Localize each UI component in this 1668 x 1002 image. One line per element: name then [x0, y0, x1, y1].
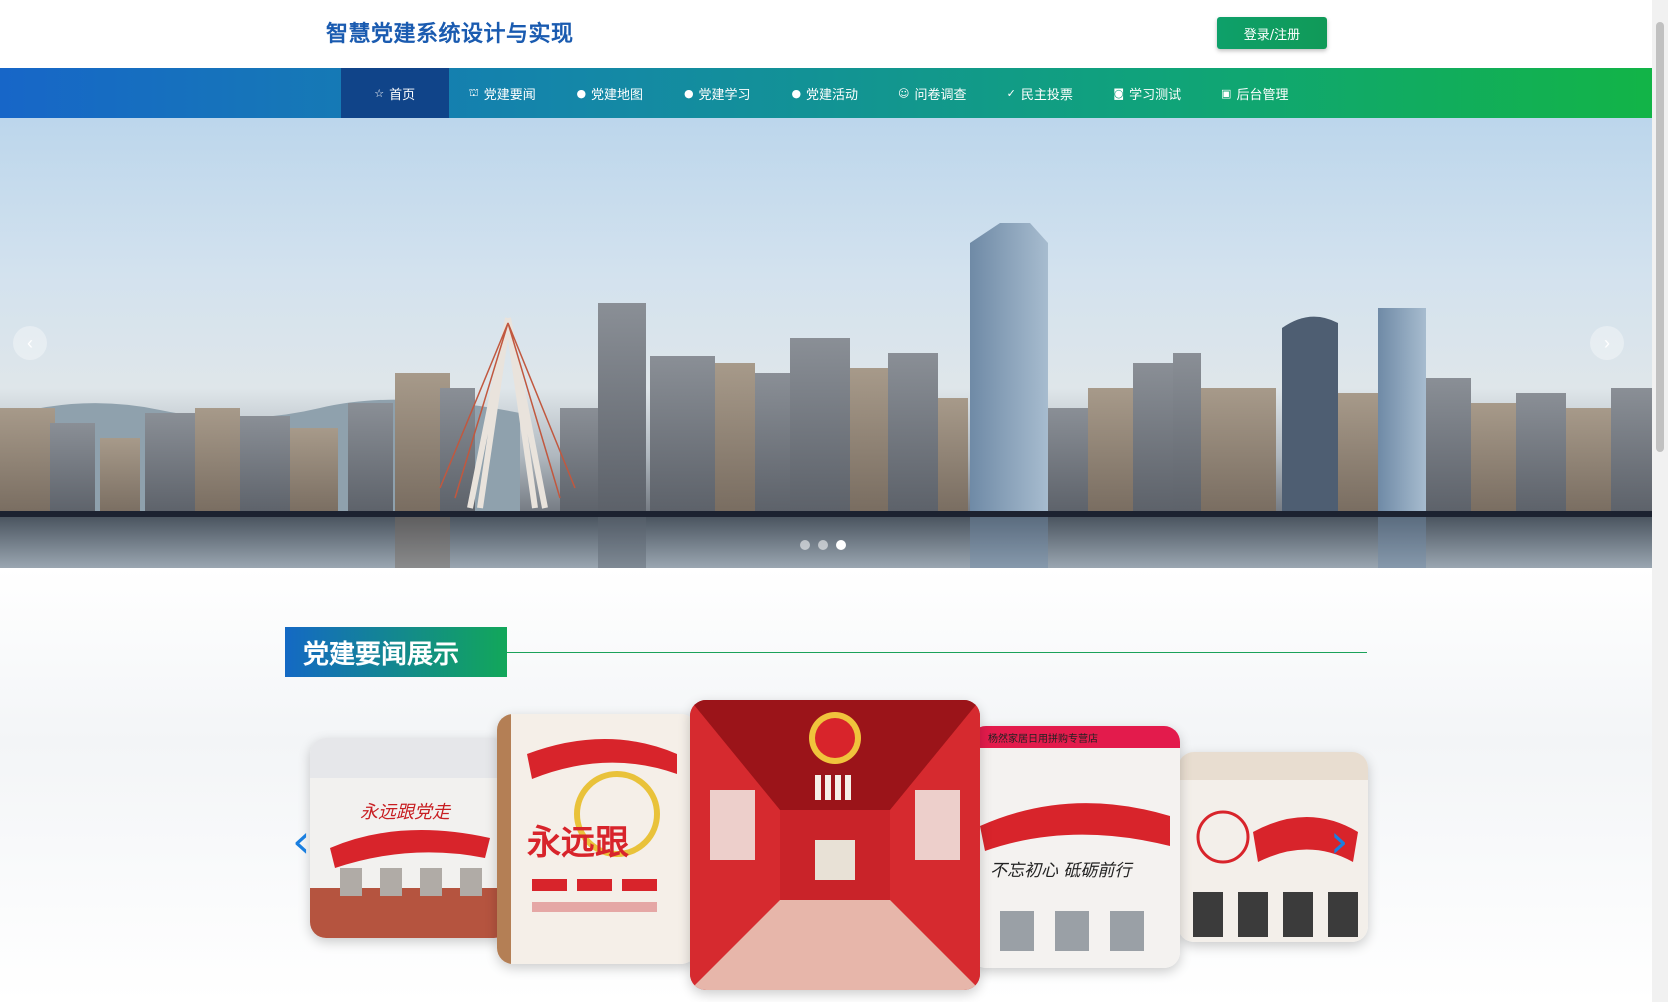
section-title: 党建要闻展示 — [303, 639, 460, 670]
news-card-image — [690, 700, 980, 990]
chevron-left-icon: ‹ — [27, 332, 33, 353]
nav-item-label: 首页 — [389, 87, 416, 103]
chevron-left-icon: ‹ — [292, 814, 311, 868]
briefcase-icon: ▣ — [1221, 86, 1232, 100]
nav-item-label: 民主投票 — [1020, 87, 1073, 103]
card-caption: 不忘初心 砥砺前行 — [990, 861, 1134, 881]
bag-icon: ⛫ — [468, 85, 479, 99]
banner-dot-active[interactable] — [836, 540, 846, 550]
news-card[interactable]: 永远跟 — [497, 714, 697, 964]
nav-item-label: 党建要闻 — [483, 87, 536, 103]
nav-item-party-map[interactable]: ● 党建地图 — [556, 68, 664, 118]
card-caption: 永远跟党走 — [360, 802, 452, 823]
nav-item-party-activity[interactable]: ● 党建活动 — [771, 68, 879, 118]
nav-item-label: 党建地图 — [591, 87, 644, 103]
banner-next-button[interactable]: › — [1590, 326, 1624, 360]
carousel-prev-button[interactable]: ‹ — [292, 818, 310, 864]
nav-item-label: 党建学习 — [698, 87, 751, 103]
nav-item-quiz[interactable]: ◙ 学习测试 — [1094, 68, 1202, 118]
news-card-image: 杨然家居日用拼购专营店 不忘初心 砥砺前行 — [970, 726, 1180, 968]
camera-icon: ◙ — [1113, 86, 1125, 100]
info-circle-icon: ● — [576, 86, 587, 100]
chevron-right-icon: › — [1604, 332, 1610, 353]
section-divider — [507, 652, 1367, 653]
nav-item-party-study[interactable]: ● 党建学习 — [664, 68, 772, 118]
news-card-image: 永远跟党走 — [310, 738, 510, 938]
nav-item-admin[interactable]: ▣ 后台管理 — [1201, 68, 1309, 118]
nav-item-party-news[interactable]: ⛫ 党建要闻 — [449, 68, 557, 118]
banner-prev-button[interactable]: ‹ — [13, 326, 47, 360]
news-card-image: 永远跟 — [497, 714, 697, 964]
nav-item-survey[interactable]: ☺ 问卷调查 — [879, 68, 987, 118]
section-heading: 党建要闻展示 — [285, 627, 507, 677]
card-shop-text: 杨然家居日用拼购专营店 — [988, 732, 1098, 745]
hero-banner: ‹ › — [0, 118, 1652, 568]
chevron-right-icon: › — [1330, 814, 1349, 868]
star-icon: ☆ — [374, 86, 385, 100]
nav-list: ☆ 首页 ⛫ 党建要闻 ● 党建地图 ● 党建学习 ● 党建活动 ☺ 问卷调查 … — [341, 68, 1309, 118]
scrollbar-thumb[interactable] — [1656, 22, 1664, 452]
check-circle-icon: ✓ — [1006, 86, 1016, 100]
info-circle-icon: ● — [791, 86, 802, 100]
question-circle-icon: ● — [683, 86, 694, 100]
banner-pagination — [800, 540, 846, 550]
nav-item-label: 后台管理 — [1236, 87, 1289, 103]
city-skyline-image — [0, 223, 1652, 568]
news-card[interactable]: 永远跟党走 — [310, 738, 510, 938]
card-caption: 永远跟 — [527, 823, 629, 863]
news-card-featured[interactable] — [690, 700, 980, 990]
nav-item-home[interactable]: ☆ 首页 — [341, 68, 449, 118]
banner-dot[interactable] — [800, 540, 810, 550]
news-card[interactable]: 杨然家居日用拼购专营店 不忘初心 砥砺前行 — [970, 726, 1180, 968]
carousel-next-button[interactable]: › — [1330, 818, 1348, 864]
nav-item-label: 问卷调查 — [914, 87, 967, 103]
site-header: 智慧党建系统设计与实现 登录/注册 — [0, 0, 1652, 68]
main-navbar: ☆ 首页 ⛫ 党建要闻 ● 党建地图 ● 党建学习 ● 党建活动 ☺ 问卷调查 … — [0, 68, 1652, 118]
smile-circle-icon: ☺ — [898, 86, 910, 100]
nav-item-label: 党建活动 — [806, 87, 859, 103]
nav-item-vote[interactable]: ✓ 民主投票 — [986, 68, 1094, 118]
site-title: 智慧党建系统设计与实现 — [326, 22, 574, 47]
page-scrollbar[interactable] — [1652, 0, 1668, 1002]
nav-item-label: 学习测试 — [1129, 87, 1182, 103]
banner-dot[interactable] — [818, 540, 828, 550]
login-register-button[interactable]: 登录/注册 — [1217, 17, 1327, 49]
